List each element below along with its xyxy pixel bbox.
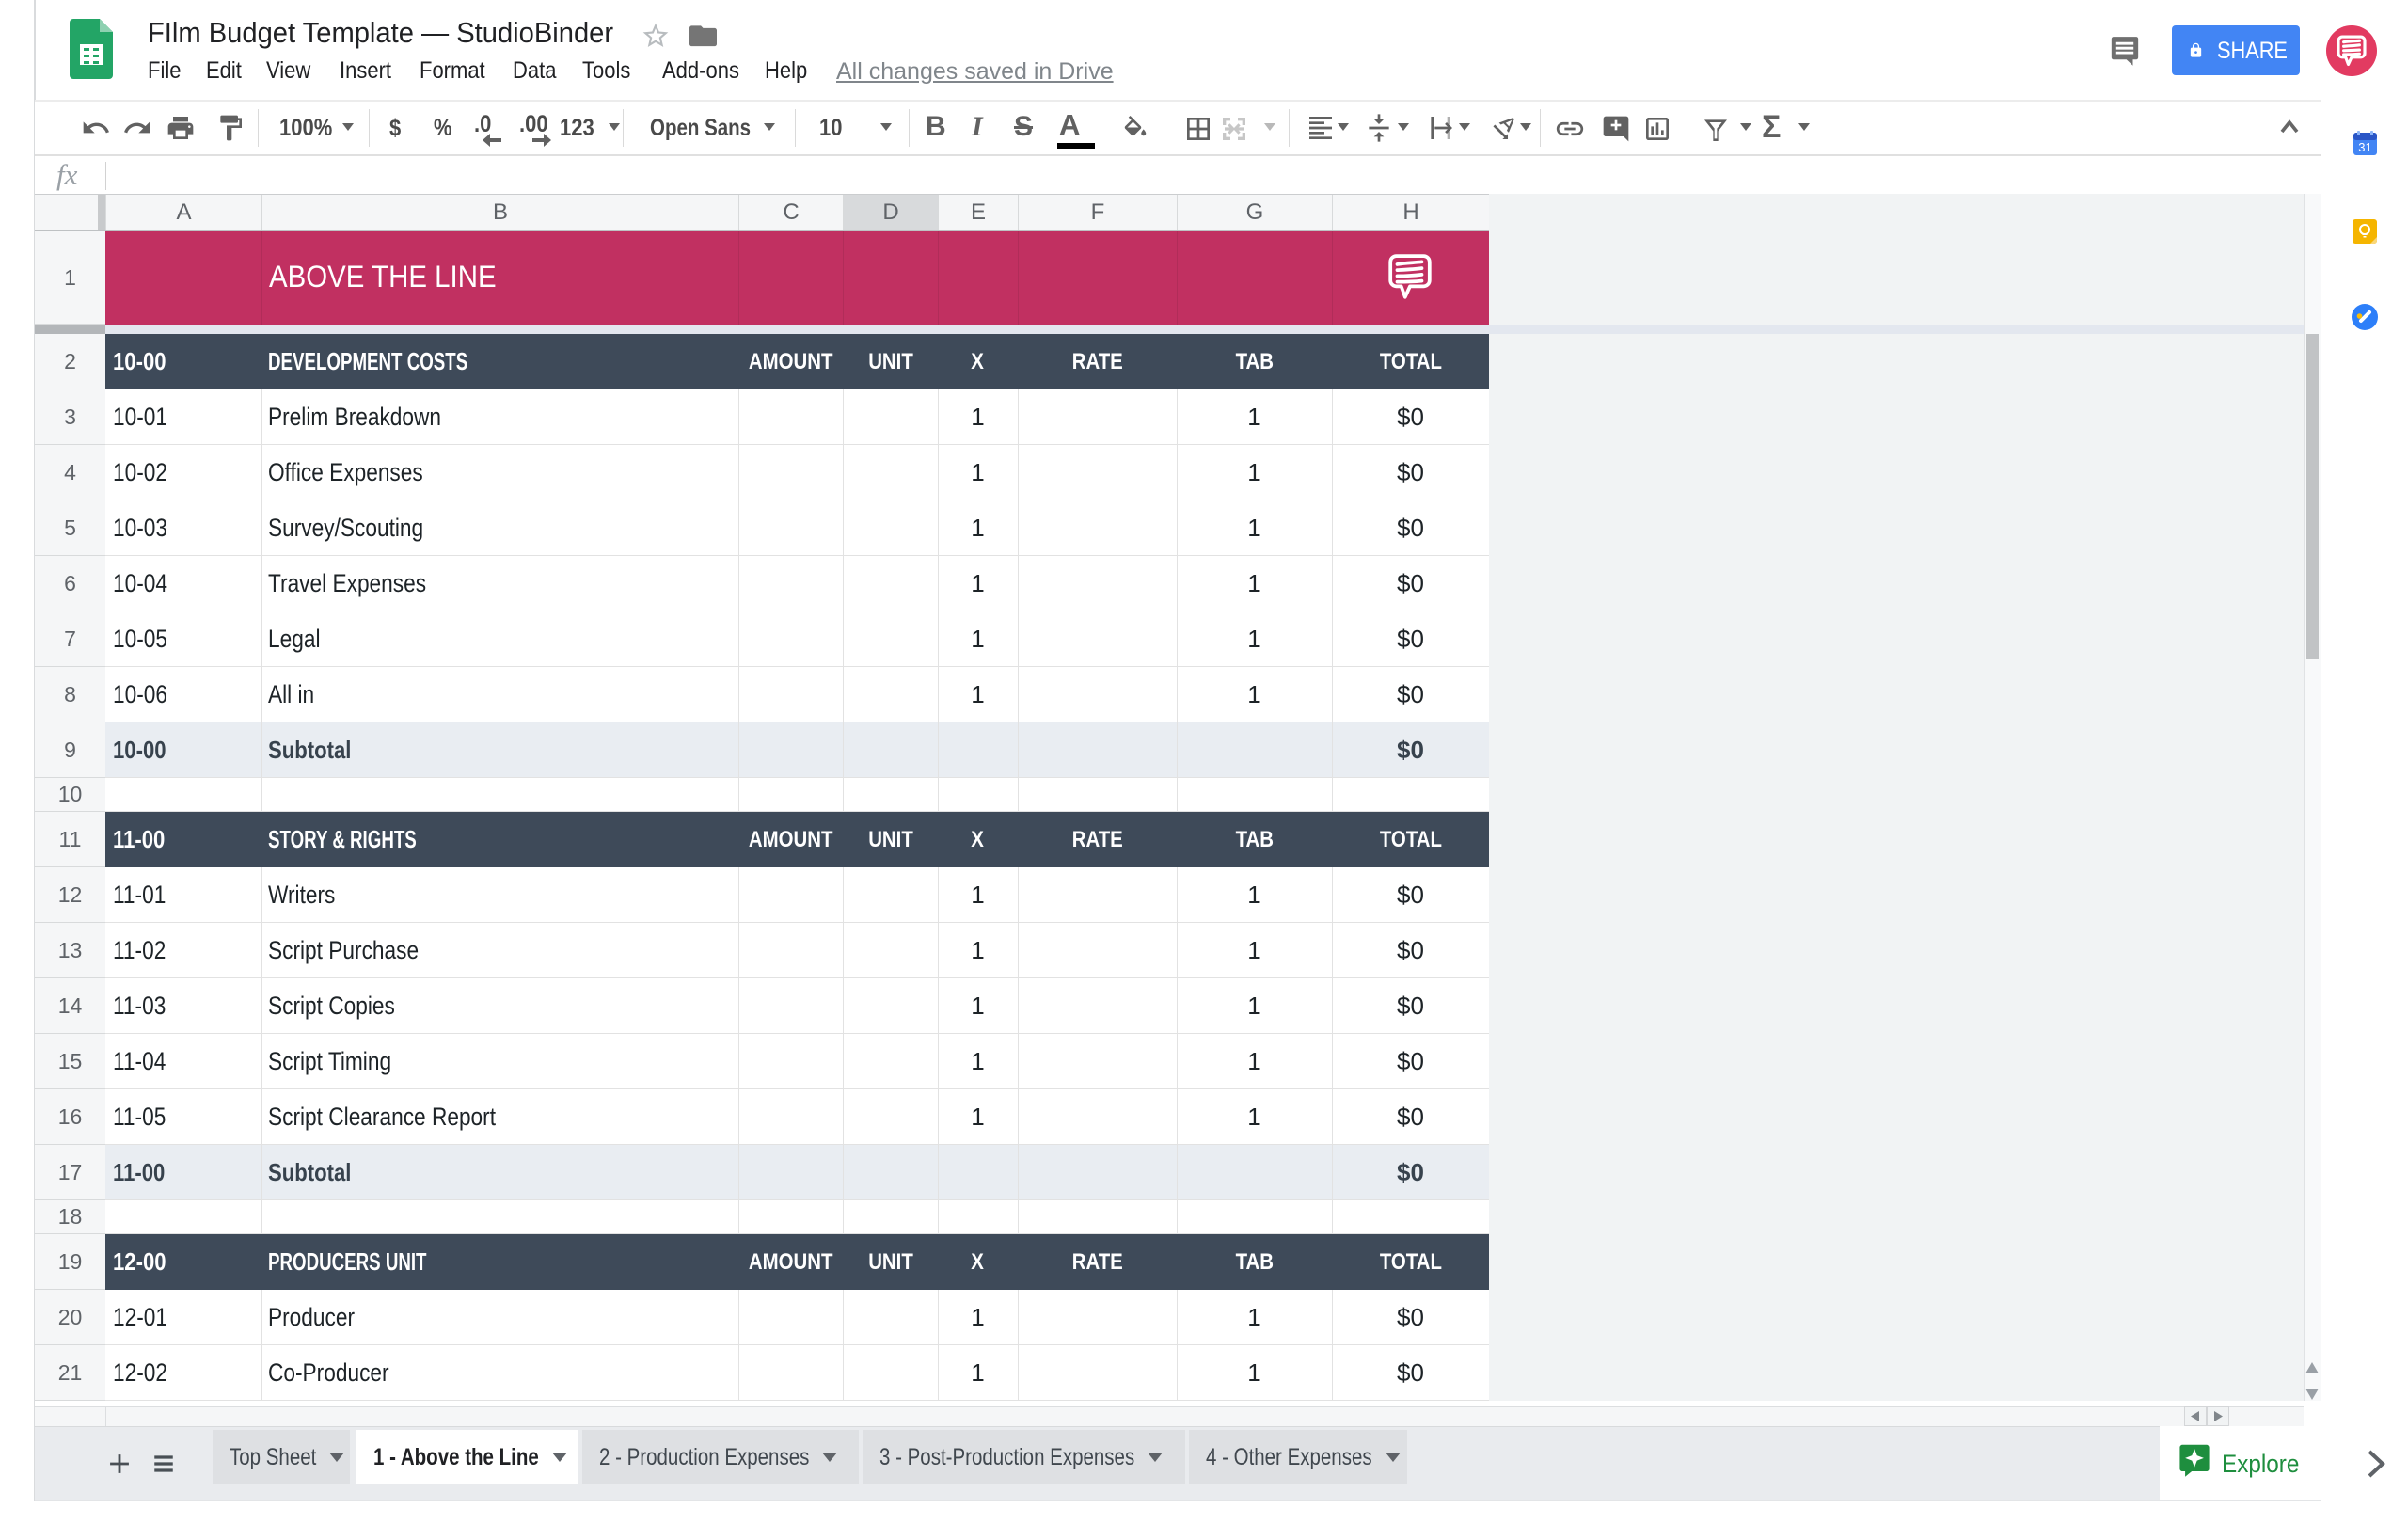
svg-text:31: 31 [2358,140,2371,154]
